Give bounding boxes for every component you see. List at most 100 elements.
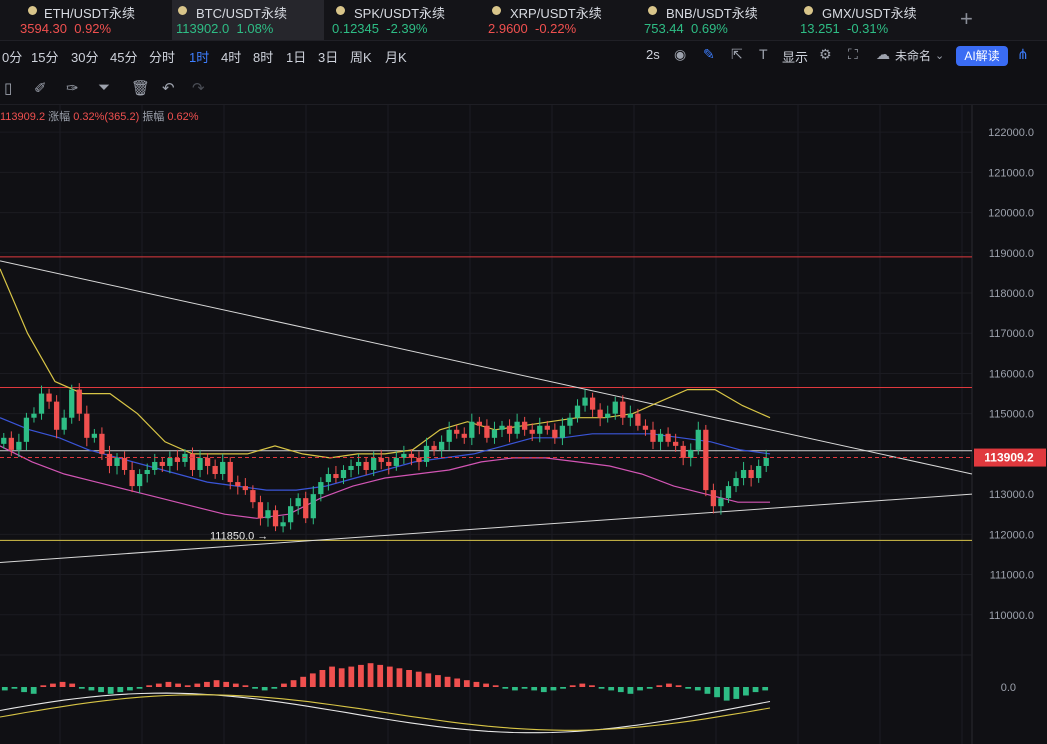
redo-icon[interactable]: ↷	[192, 79, 205, 97]
interval-label[interactable]: 2s	[646, 47, 660, 62]
tab-btc[interactable]: BTC/USDT永续 113902.0 1.08%	[172, 0, 324, 40]
candle	[220, 461, 226, 475]
candle	[423, 445, 430, 462]
trash-icon[interactable]: 🗑	[131, 79, 150, 97]
macd-bar	[175, 683, 181, 687]
coin-icon	[28, 6, 37, 15]
expand-icon[interactable]: ⇱	[731, 46, 743, 63]
candle	[333, 474, 339, 479]
amplitude-label: 振幅	[142, 111, 165, 123]
layout-name[interactable]: 未命名	[895, 47, 931, 64]
candle	[695, 429, 701, 450]
candle	[61, 417, 67, 430]
tab-symbol: XRP/USDT永续	[510, 6, 602, 21]
timeframe-4h[interactable]: 4时	[221, 47, 241, 66]
draw-icon[interactable]: ✑	[66, 79, 79, 97]
candle	[235, 482, 241, 487]
candle	[552, 429, 558, 438]
candle	[355, 461, 362, 466]
macd-bar	[127, 687, 133, 691]
macd-bar	[88, 687, 95, 691]
timeframe-1d[interactable]: 1日	[286, 47, 306, 66]
candle	[114, 457, 120, 466]
timeframe-month[interactable]: 月K	[385, 47, 407, 66]
share-icon[interactable]: ⋔	[1017, 46, 1029, 63]
macd-bar	[309, 673, 316, 687]
note-icon[interactable]: ✐	[34, 79, 47, 97]
tab-gmx[interactable]: GMX/USDT永续 13.251 -0.31%	[798, 0, 948, 40]
timeframe-15m[interactable]: 15分	[31, 47, 58, 66]
display-button[interactable]: 显示	[782, 47, 808, 66]
macd-bar	[463, 680, 470, 687]
tab-price: 13.251 -0.31%	[800, 21, 889, 36]
macd-bar	[617, 687, 624, 693]
candle	[605, 413, 611, 418]
candle	[537, 425, 543, 434]
settings-icon[interactable]: ⚙	[819, 46, 832, 63]
tab-xrp[interactable]: XRP/USDT永续 2.9600 -0.22%	[486, 0, 636, 40]
macd-bar	[483, 683, 489, 687]
candle	[612, 401, 618, 414]
macd-bar	[752, 687, 759, 693]
candle	[665, 433, 671, 442]
timeframe-8h[interactable]: 8时	[253, 47, 273, 66]
timeframe-week[interactable]: 周K	[350, 47, 372, 66]
filter-icon[interactable]: ⏷	[98, 79, 110, 96]
timeframe-0[interactable]: 0分	[2, 47, 22, 66]
timeframe-1h[interactable]: 1时	[189, 47, 209, 66]
macd-bar	[656, 685, 663, 687]
tab-bnb[interactable]: BNB/USDT永续 753.44 0.69%	[642, 0, 792, 40]
copy-icon[interactable]: ▯	[4, 79, 12, 97]
chevron-down-icon[interactable]: ⌄	[935, 49, 944, 62]
timeframe-3d[interactable]: 3日	[318, 47, 338, 66]
tab-spk[interactable]: SPK/USDT永续 0.12345 -2.39%	[330, 0, 480, 40]
trend-line	[0, 493, 973, 563]
timeframe-timeshare[interactable]: 分时	[149, 47, 175, 66]
tab-symbol: SPK/USDT永续	[354, 6, 446, 21]
macd-bar	[646, 687, 653, 689]
candle	[680, 445, 686, 458]
candle	[242, 486, 248, 491]
macd-bar	[184, 685, 191, 687]
candle	[295, 498, 301, 507]
candle	[121, 457, 128, 470]
candle	[16, 441, 22, 450]
camera-icon[interactable]: ◉	[674, 46, 686, 63]
change-label: 涨幅	[48, 111, 71, 123]
timeframe-toolbar: 0分 15分 30分 45分 分时 1时 4时 8时 1日 3日 周K 月K 2…	[0, 41, 1047, 71]
macd-bar	[213, 680, 220, 687]
macd-bar	[627, 687, 634, 694]
tab-symbol: BNB/USDT永续	[666, 6, 758, 21]
text-icon[interactable]: T	[759, 46, 768, 62]
candle	[272, 510, 279, 527]
candle	[461, 433, 467, 438]
candle	[287, 506, 294, 523]
cloud-icon[interactable]: ☁	[876, 46, 890, 63]
macd-bar	[444, 676, 451, 687]
candle	[748, 469, 754, 479]
candle	[363, 461, 369, 470]
macd-bar	[714, 687, 720, 698]
macd-bar	[223, 681, 230, 687]
undo-icon[interactable]: ↶	[162, 79, 175, 97]
macd-bar	[69, 683, 76, 687]
candle	[763, 457, 769, 466]
candle	[371, 457, 377, 470]
candle	[280, 522, 286, 527]
macd-bar	[685, 687, 692, 689]
macd-bar	[146, 685, 153, 687]
tab-eth[interactable]: ETH/USDT永续 3594.30 0.92%	[20, 0, 170, 40]
timeframe-45m[interactable]: 45分	[110, 47, 137, 66]
price-tick-label: 117000.0	[989, 328, 1034, 340]
fullscreen-icon[interactable]: ⛶	[848, 46, 858, 63]
candle	[212, 465, 218, 475]
timeframe-30m[interactable]: 30分	[71, 47, 98, 66]
candle	[567, 417, 573, 426]
add-tab-icon[interactable]: +	[960, 6, 973, 32]
candle	[69, 389, 75, 418]
candle	[204, 457, 211, 466]
candle	[76, 389, 82, 414]
ai-interpret-button[interactable]: AI解读	[956, 46, 1008, 66]
pen-icon[interactable]: ✎	[703, 46, 715, 63]
close-value: 113909.2	[0, 111, 46, 123]
